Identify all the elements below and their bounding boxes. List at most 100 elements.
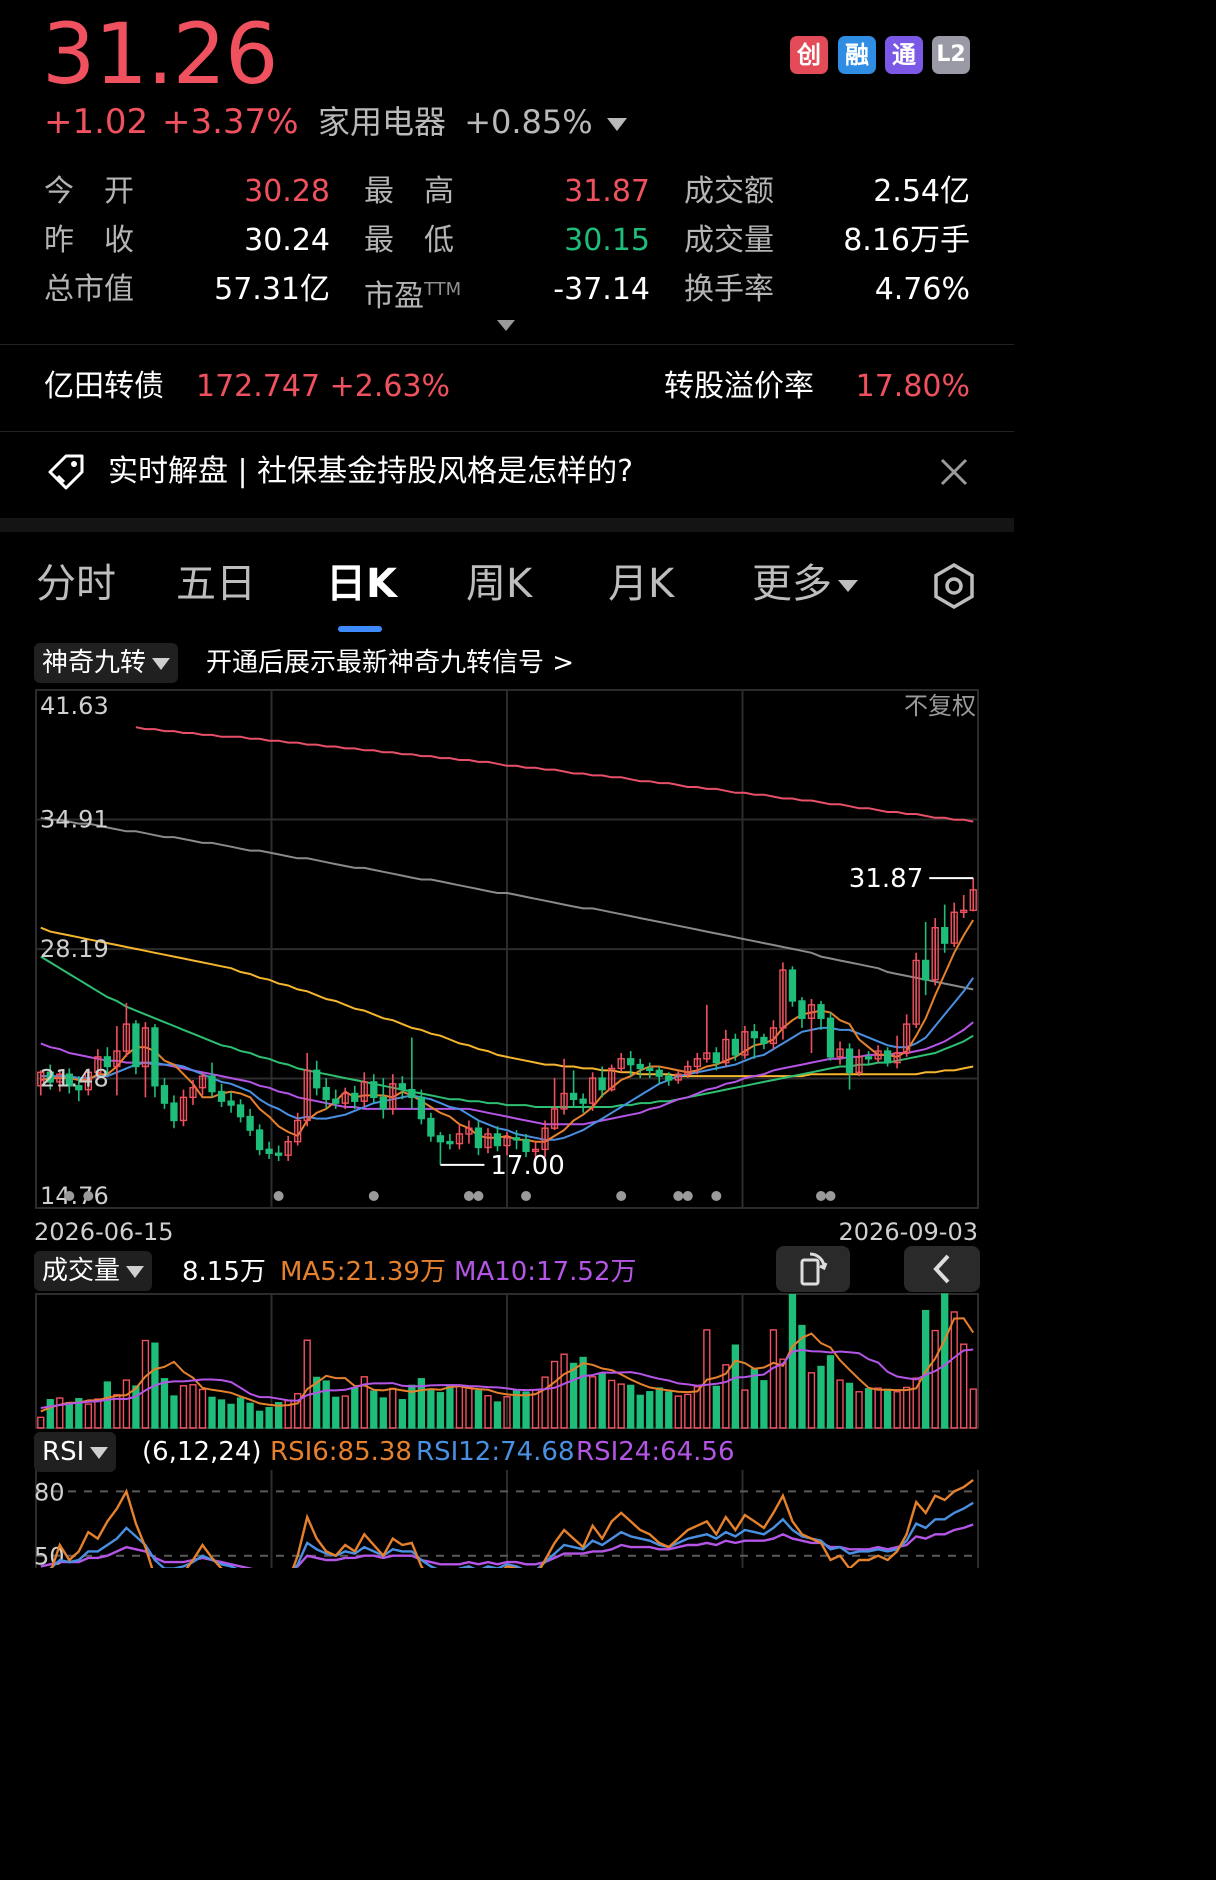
candlestick-chart[interactable]: 41.63 34.91 28.19 21.48 14.76 不复权 31.87 17.00 20… [0, 684, 1014, 1244]
event-dot[interactable] [682, 1191, 693, 1201]
tab-indicator [338, 626, 382, 632]
candle [788, 966, 797, 1007]
candle [484, 1128, 492, 1154]
badge-rong[interactable]: 融 [838, 36, 876, 74]
mkt-cap-label: 总市值 [44, 272, 134, 307]
expand-stats-icon[interactable] [497, 320, 515, 331]
x-end-label: 2026-09-03 [839, 1218, 978, 1244]
volume-bar [37, 1416, 45, 1429]
bond-name[interactable]: 亿田转债 [44, 364, 164, 410]
candle-body [265, 1148, 273, 1154]
event-dot[interactable] [83, 1191, 94, 1201]
chevron-left-icon [933, 1254, 950, 1284]
candle-body [493, 1133, 502, 1147]
event-dot[interactable] [64, 1191, 75, 1201]
event-dot[interactable] [616, 1191, 627, 1201]
badge-chuang[interactable]: 创 [790, 36, 828, 74]
candle-body [255, 1129, 264, 1151]
candle-body [646, 1067, 654, 1072]
news-headline[interactable]: 实时解盘 | 社保基金持股风格是怎样的? [108, 448, 633, 496]
rsi6-value: RSI6:85.38 [270, 1437, 412, 1467]
event-dot[interactable] [273, 1191, 284, 1201]
candle-body [446, 1140, 454, 1145]
volume-bar [389, 1387, 397, 1429]
caret-down-icon [152, 657, 171, 670]
tab-more[interactable]: 更多 [752, 554, 858, 614]
pe-label: 市盈TTM [364, 279, 462, 314]
tab-weekly-k[interactable]: 周K [466, 554, 532, 614]
volume-bar [170, 1395, 178, 1429]
candle [170, 1095, 178, 1129]
premium-value: 17.80% [855, 369, 970, 404]
event-dot[interactable] [711, 1191, 722, 1201]
volume-bar [883, 1388, 892, 1429]
volume-dropdown[interactable]: 成交量 [34, 1251, 153, 1291]
candle [379, 1078, 387, 1119]
event-dot[interactable] [521, 1191, 532, 1201]
collapse-button[interactable] [904, 1246, 980, 1292]
event-dot[interactable] [463, 1191, 474, 1201]
candle-body [569, 1092, 578, 1100]
caret-down-icon [90, 1446, 109, 1459]
badge-l2[interactable]: L2 [932, 36, 970, 74]
volume-bar [826, 1355, 835, 1429]
candle-body [636, 1063, 644, 1070]
volume-value: 8.16万手 [843, 223, 970, 258]
volume-bar [941, 1293, 949, 1429]
candle-body [627, 1058, 635, 1066]
indicator-hint[interactable]: 开通后展示最新神奇九转信号 > [206, 643, 574, 683]
candle [446, 1133, 454, 1150]
badge-tong[interactable]: 通 [885, 36, 923, 74]
tab-intraday[interactable]: 分时 [36, 554, 116, 614]
rsi-dropdown[interactable]: RSI [34, 1432, 117, 1472]
line-ma250 [135, 726, 974, 823]
candle-body [760, 1036, 768, 1045]
candle [151, 1024, 159, 1098]
volume-bar [902, 1386, 911, 1429]
volume-bar [493, 1401, 502, 1429]
candle [950, 902, 958, 947]
rotate-button[interactable] [776, 1246, 850, 1292]
indicator-dropdown[interactable]: 神奇九转 [34, 643, 179, 683]
candle [284, 1135, 292, 1161]
event-dot[interactable] [816, 1191, 826, 1201]
tab-five-day[interactable]: 五日 [176, 554, 256, 614]
tab-daily-k[interactable]: 日K [326, 554, 397, 614]
volume-bar [712, 1385, 720, 1429]
event-dot[interactable] [473, 1191, 484, 1201]
volume-bar [160, 1378, 169, 1429]
volume-bar [588, 1376, 597, 1429]
candle [189, 1079, 197, 1106]
volume-bar [56, 1397, 64, 1429]
turnover-label: 换手率 [684, 272, 774, 307]
section-gap [0, 518, 1014, 532]
volume-bar [303, 1339, 311, 1429]
candle [960, 894, 968, 919]
candle-body [160, 1085, 169, 1104]
candle [274, 1145, 283, 1161]
event-dot[interactable] [825, 1191, 836, 1201]
candle [160, 1078, 169, 1109]
settings-icon[interactable] [930, 562, 978, 614]
volume-bar [474, 1390, 483, 1429]
volume-label: 成交量 [684, 223, 774, 258]
candle-body [351, 1092, 359, 1102]
mkt-cap-value: 57.31亿 [214, 272, 330, 307]
price-change-pct: +3.37% [162, 102, 299, 142]
volume-bar [960, 1343, 968, 1429]
candle-body [408, 1088, 416, 1099]
event-dot[interactable] [673, 1191, 684, 1201]
volume-bar [665, 1391, 673, 1429]
event-dot[interactable] [368, 1191, 379, 1201]
rsi-chart[interactable]: 8050 [0, 1470, 1014, 1568]
rotate-icon [800, 1252, 828, 1286]
price-change: +1.02 [44, 102, 149, 142]
close-icon[interactable] [938, 456, 970, 492]
candle-body [370, 1081, 378, 1099]
sector-link[interactable]: 家用电器 +0.85% [318, 98, 627, 146]
volume-bar [332, 1396, 340, 1429]
volume-bar [750, 1368, 759, 1429]
volume-bar [531, 1389, 540, 1429]
tab-monthly-k[interactable]: 月K [608, 554, 674, 614]
volume-chart[interactable] [0, 1292, 1014, 1432]
